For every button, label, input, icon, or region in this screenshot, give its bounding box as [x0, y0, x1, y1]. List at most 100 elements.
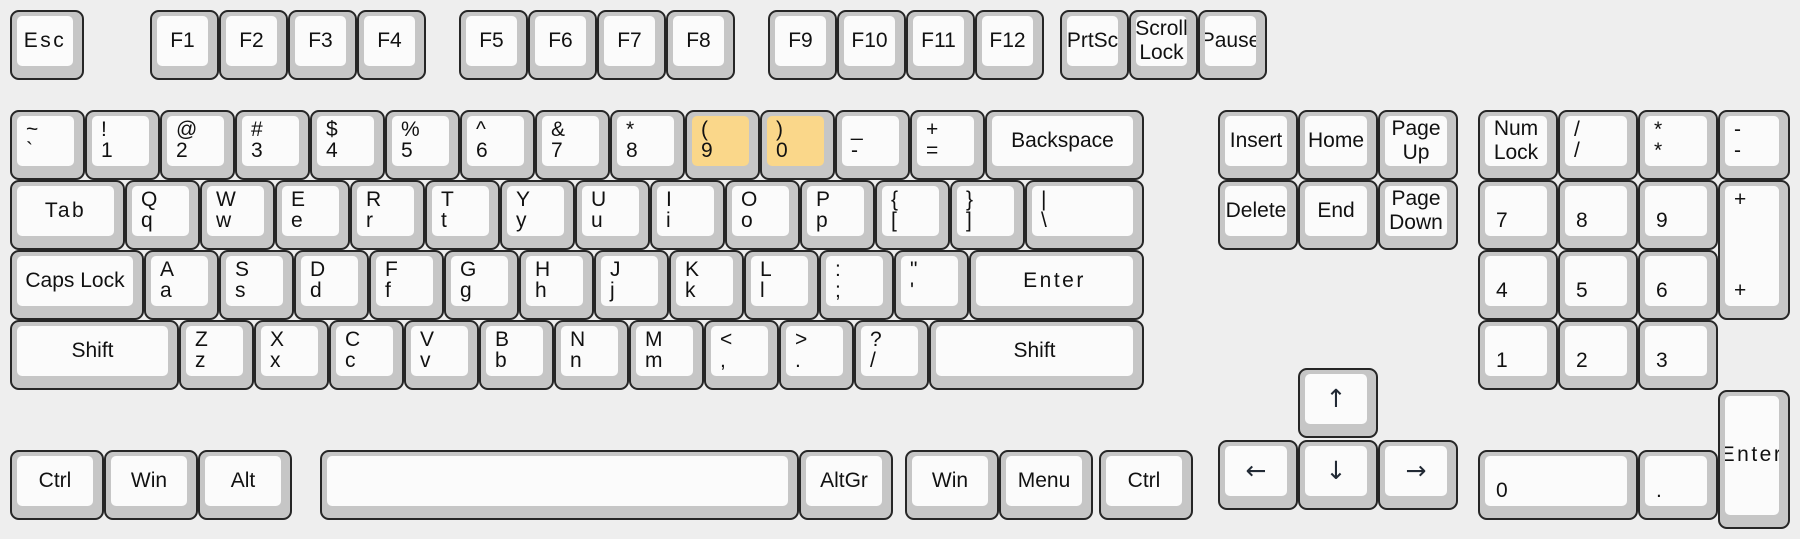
- key-bracket-right[interactable]: }]: [950, 180, 1025, 250]
- key-key-o[interactable]: Oo: [725, 180, 800, 250]
- key-f11[interactable]: F11: [906, 10, 975, 80]
- key-slash[interactable]: ? /: [854, 320, 929, 390]
- key-ctrl-left[interactable]: Ctrl: [10, 450, 104, 520]
- key-digit-6[interactable]: ^ 6: [460, 110, 535, 180]
- key-arrow-down[interactable]: ↓: [1298, 440, 1378, 510]
- key-win-right[interactable]: Win: [905, 450, 999, 520]
- key-backtick[interactable]: ~ `: [10, 110, 85, 180]
- key-numpad-0[interactable]: 0: [1478, 450, 1638, 520]
- key-digit-3[interactable]: #3: [235, 110, 310, 180]
- key-equals[interactable]: + =: [910, 110, 985, 180]
- key-semicolon[interactable]: :;: [819, 250, 894, 320]
- key-num-lock[interactable]: Num Lock: [1478, 110, 1558, 180]
- key-key-z[interactable]: Zz: [179, 320, 254, 390]
- key-f3[interactable]: F3: [288, 10, 357, 80]
- key-insert[interactable]: Insert: [1218, 110, 1298, 180]
- key-arrow-left[interactable]: ←: [1218, 440, 1298, 510]
- key-key-l[interactable]: Ll: [744, 250, 819, 320]
- key-key-e[interactable]: Ee: [275, 180, 350, 250]
- key-page-down[interactable]: Page Down: [1378, 180, 1458, 250]
- key-key-i[interactable]: Ii: [650, 180, 725, 250]
- key-scroll-lock[interactable]: Scroll Lock: [1129, 10, 1198, 80]
- key-key-n[interactable]: Nn: [554, 320, 629, 390]
- key-tab[interactable]: Tab: [10, 180, 125, 250]
- key-period[interactable]: >.: [779, 320, 854, 390]
- key-escape[interactable]: Esc: [10, 10, 84, 80]
- key-key-x[interactable]: Xx: [254, 320, 329, 390]
- key-alt-gr[interactable]: AltGr: [799, 450, 893, 520]
- key-ctrl-right[interactable]: Ctrl: [1099, 450, 1193, 520]
- key-digit-4[interactable]: $4: [310, 110, 385, 180]
- key-numpad-3[interactable]: 3: [1638, 320, 1718, 390]
- key-shift-right[interactable]: Shift: [929, 320, 1144, 390]
- key-numpad-8[interactable]: 8: [1558, 180, 1638, 250]
- key-f10[interactable]: F10: [837, 10, 906, 80]
- key-key-c[interactable]: Cc: [329, 320, 404, 390]
- key-comma[interactable]: <,: [704, 320, 779, 390]
- key-numpad-multiply[interactable]: * *: [1638, 110, 1718, 180]
- key-arrow-up[interactable]: ↑: [1298, 368, 1378, 438]
- key-print-screen[interactable]: PrtSc: [1060, 10, 1129, 80]
- key-digit-0[interactable]: ) 0: [760, 110, 835, 180]
- key-key-u[interactable]: Uu: [575, 180, 650, 250]
- key-key-r[interactable]: Rr: [350, 180, 425, 250]
- key-end[interactable]: End: [1298, 180, 1378, 250]
- key-win-left[interactable]: Win: [104, 450, 198, 520]
- key-delete[interactable]: Delete: [1218, 180, 1298, 250]
- key-key-d[interactable]: Dd: [294, 250, 369, 320]
- key-minus[interactable]: _ -: [835, 110, 910, 180]
- key-numpad-6[interactable]: 6: [1638, 250, 1718, 320]
- key-numpad-subtract[interactable]: --: [1718, 110, 1790, 180]
- key-f7[interactable]: F7: [597, 10, 666, 80]
- key-key-k[interactable]: Kk: [669, 250, 744, 320]
- key-key-t[interactable]: Tt: [425, 180, 500, 250]
- key-key-v[interactable]: Vv: [404, 320, 479, 390]
- key-shift-left[interactable]: Shift: [10, 320, 179, 390]
- key-key-g[interactable]: Gg: [444, 250, 519, 320]
- key-numpad-5[interactable]: 5: [1558, 250, 1638, 320]
- key-f1[interactable]: F1: [150, 10, 219, 80]
- key-key-w[interactable]: Ww: [200, 180, 275, 250]
- key-f8[interactable]: F8: [666, 10, 735, 80]
- key-enter[interactable]: Enter: [969, 250, 1144, 320]
- key-digit-9[interactable]: (9: [685, 110, 760, 180]
- key-numpad-divide[interactable]: / /: [1558, 110, 1638, 180]
- key-key-s[interactable]: Ss: [219, 250, 294, 320]
- key-digit-2[interactable]: @2: [160, 110, 235, 180]
- key-f2[interactable]: F2: [219, 10, 288, 80]
- key-numpad-7[interactable]: 7: [1478, 180, 1558, 250]
- key-key-m[interactable]: Mm: [629, 320, 704, 390]
- key-f4[interactable]: F4: [357, 10, 426, 80]
- key-f12[interactable]: F12: [975, 10, 1044, 80]
- key-arrow-right[interactable]: →: [1378, 440, 1458, 510]
- key-key-f[interactable]: Ff: [369, 250, 444, 320]
- key-numpad-4[interactable]: 4: [1478, 250, 1558, 320]
- key-menu[interactable]: Menu: [999, 450, 1093, 520]
- key-f9[interactable]: F9: [768, 10, 837, 80]
- key-home[interactable]: Home: [1298, 110, 1378, 180]
- key-pause[interactable]: Pause: [1198, 10, 1267, 80]
- key-key-b[interactable]: Bb: [479, 320, 554, 390]
- key-space[interactable]: [320, 450, 799, 520]
- key-key-j[interactable]: Jj: [594, 250, 669, 320]
- key-numpad-add[interactable]: + +: [1718, 180, 1790, 320]
- key-numpad-9[interactable]: 9: [1638, 180, 1718, 250]
- key-backspace[interactable]: Backspace: [985, 110, 1144, 180]
- key-numpad-1[interactable]: 1: [1478, 320, 1558, 390]
- key-bracket-left[interactable]: {[: [875, 180, 950, 250]
- key-key-a[interactable]: Aa: [144, 250, 219, 320]
- key-key-q[interactable]: Qq: [125, 180, 200, 250]
- key-alt-left[interactable]: Alt: [198, 450, 292, 520]
- key-f5[interactable]: F5: [459, 10, 528, 80]
- key-quote[interactable]: " ': [894, 250, 969, 320]
- key-key-p[interactable]: Pp: [800, 180, 875, 250]
- key-digit-8[interactable]: * 8: [610, 110, 685, 180]
- key-digit-7[interactable]: & 7: [535, 110, 610, 180]
- key-key-h[interactable]: Hh: [519, 250, 594, 320]
- key-f6[interactable]: F6: [528, 10, 597, 80]
- key-caps-lock[interactable]: Caps Lock: [10, 250, 144, 320]
- key-key-y[interactable]: Yy: [500, 180, 575, 250]
- key-digit-5[interactable]: % 5: [385, 110, 460, 180]
- key-backslash[interactable]: | \: [1025, 180, 1144, 250]
- key-page-up[interactable]: Page Up: [1378, 110, 1458, 180]
